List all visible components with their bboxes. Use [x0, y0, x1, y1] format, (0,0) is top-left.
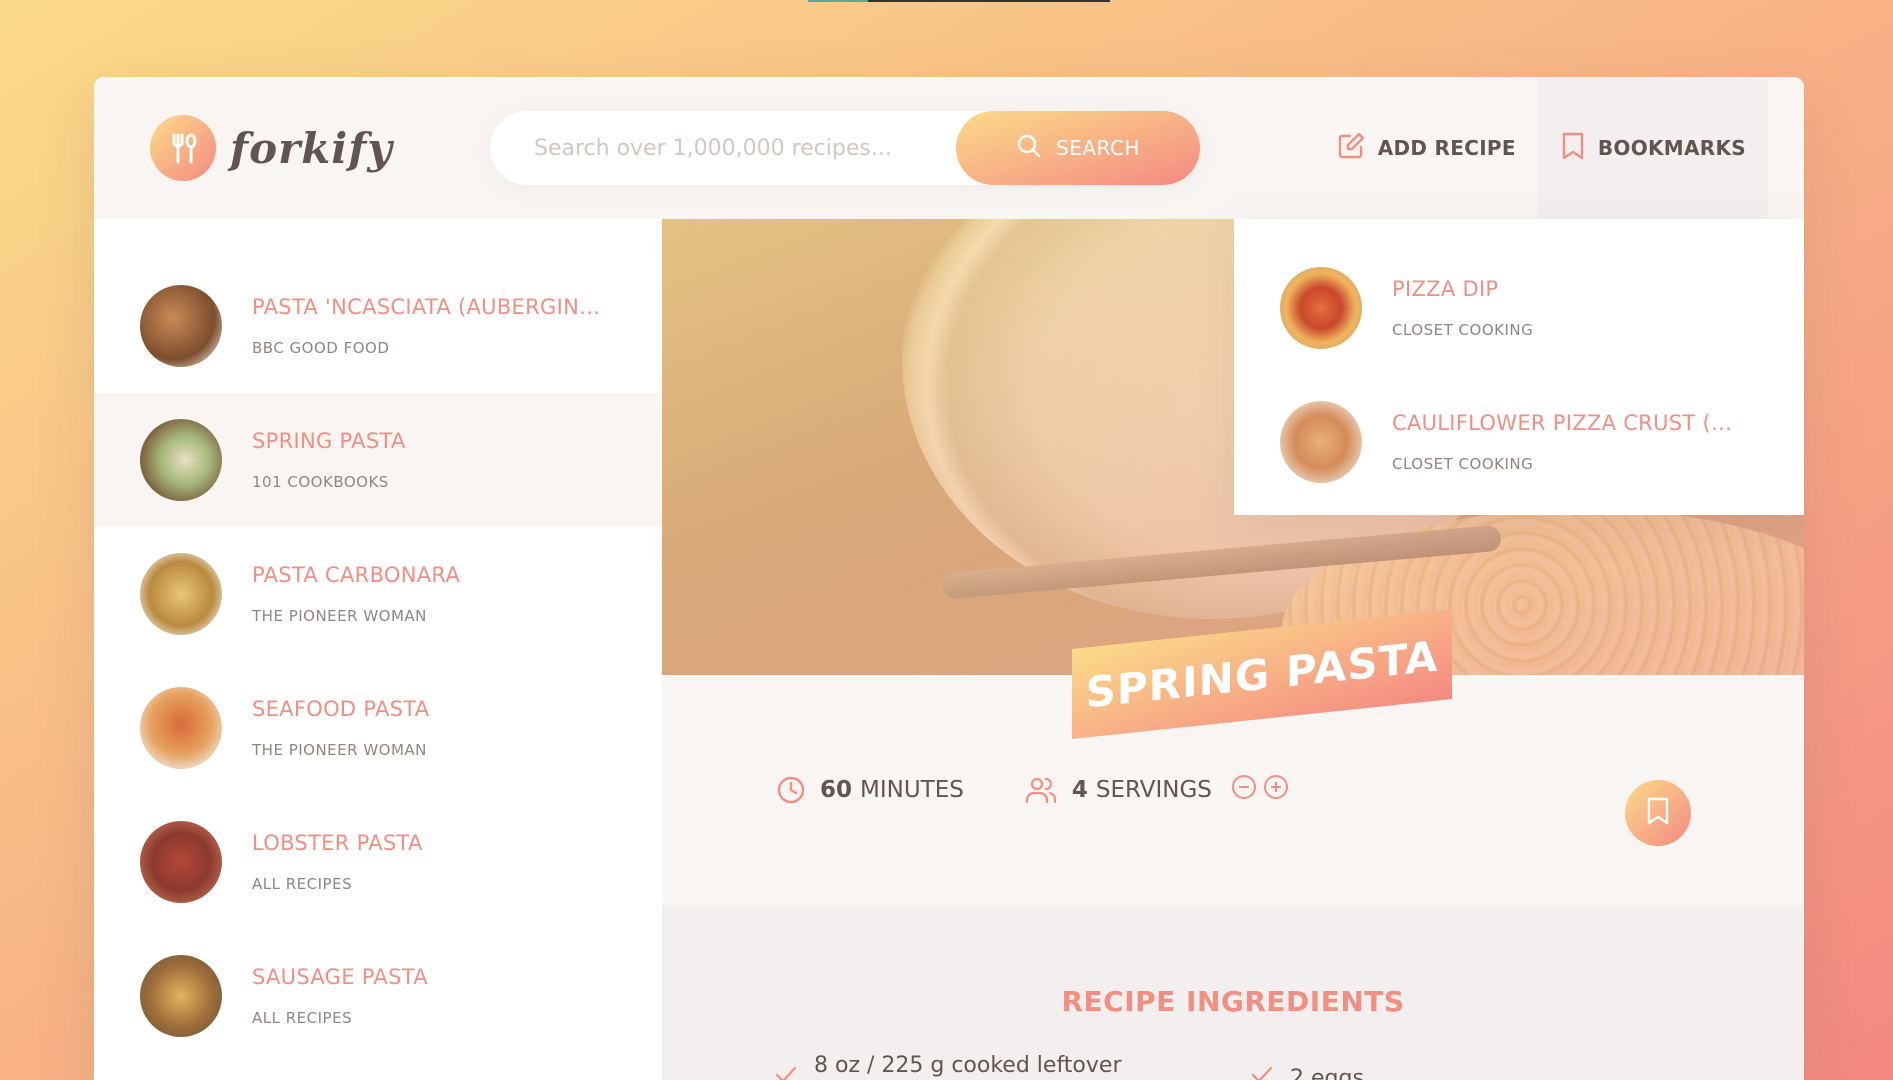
edit-icon	[1336, 131, 1366, 166]
bookmarks-label: BOOKMARKS	[1597, 136, 1746, 160]
logo-text: forkify	[230, 123, 393, 173]
ingredient-list: 8 oz / 225 g cooked leftover pasta 2 egg…	[774, 1053, 1450, 1080]
result-title: PASTA CARBONARA	[252, 563, 461, 587]
search-results: PASTA 'NCASCIATA (AUBERGINE ... BBC GOOD…	[94, 219, 662, 1080]
logo[interactable]: forkify	[150, 115, 393, 181]
plus-circle-icon[interactable]	[1262, 773, 1290, 807]
result-publisher: 101 COOKBOOKS	[252, 473, 389, 491]
bookmark-title: CAULIFLOWER PIZZA CRUST (WI...	[1392, 411, 1752, 435]
bookmark-icon	[1560, 131, 1586, 166]
bookmark-publisher: CLOSET COOKING	[1392, 321, 1534, 339]
recipe-thumbnail	[140, 687, 222, 769]
check-icon	[774, 1063, 798, 1080]
search-input[interactable]	[534, 135, 934, 161]
bookmark-recipe-button[interactable]	[1625, 780, 1691, 846]
ingredient-item: 2 eggs	[1250, 1053, 1450, 1080]
minutes-value: 60	[820, 777, 853, 803]
nav: ADD RECIPE BOOKMARKS	[1314, 77, 1768, 219]
result-publisher: ALL RECIPES	[252, 875, 353, 893]
users-icon	[1024, 775, 1058, 805]
ingredients-heading: RECIPE INGREDIENTS	[1061, 985, 1405, 1018]
bookmarks-dropdown: PIZZA DIP CLOSET COOKING CAULIFLOWER PIZ…	[1234, 219, 1804, 515]
recipe-thumbnail	[140, 955, 222, 1037]
result-item[interactable]: SPRING PASTA 101 COOKBOOKS	[94, 393, 662, 527]
top-progress-strip	[808, 0, 1110, 2]
result-title: SAUSAGE PASTA	[252, 965, 428, 989]
servings-label: SERVINGS	[1095, 777, 1212, 803]
fork-spoon-icon	[150, 115, 216, 181]
cooking-time: 60 MINUTES	[776, 775, 964, 805]
recipe-thumbnail	[1280, 267, 1362, 349]
recipe-thumbnail	[1280, 401, 1362, 483]
result-item[interactable]: PASTA CARBONARA THE PIONEER WOMAN	[94, 527, 662, 661]
search-form: SEARCH	[490, 111, 1200, 185]
minutes-label: MINUTES	[860, 777, 964, 803]
result-title: PASTA 'NCASCIATA (AUBERGINE ...	[252, 295, 612, 319]
result-item[interactable]: LOBSTER PASTA ALL RECIPES	[94, 795, 662, 929]
add-recipe-label: ADD RECIPE	[1377, 136, 1516, 160]
ingredient-item: 8 oz / 225 g cooked leftover pasta	[774, 1053, 1170, 1080]
result-publisher: ALL RECIPES	[252, 1009, 353, 1027]
bookmark-item[interactable]: PIZZA DIP CLOSET COOKING	[1234, 241, 1804, 375]
recipe-details: 60 MINUTES 4 SERVINGS	[662, 675, 1804, 905]
check-icon	[1250, 1063, 1274, 1080]
result-item[interactable]: SEAFOOD PASTA THE PIONEER WOMAN	[94, 661, 662, 795]
minus-circle-icon[interactable]	[1230, 773, 1258, 807]
add-recipe-button[interactable]: ADD RECIPE	[1314, 77, 1538, 219]
ingredient-text: 8 oz / 225 g cooked leftover pasta	[814, 1053, 1122, 1080]
servings: 4 SERVINGS	[1024, 773, 1290, 807]
search-icon	[1016, 133, 1042, 164]
result-publisher: THE PIONEER WOMAN	[252, 607, 427, 625]
result-title: LOBSTER PASTA	[252, 831, 423, 855]
bookmarks-button[interactable]: BOOKMARKS	[1537, 77, 1768, 219]
recipe-thumbnail	[140, 419, 222, 501]
result-publisher: BBC GOOD FOOD	[252, 339, 390, 357]
search-button-label: SEARCH	[1056, 136, 1140, 160]
header: forkify SEARCH	[94, 77, 1804, 219]
recipe-thumbnail	[140, 821, 222, 903]
bookmark-publisher: CLOSET COOKING	[1392, 455, 1534, 473]
servings-value: 4	[1071, 777, 1088, 803]
clock-icon	[776, 775, 806, 805]
result-publisher: THE PIONEER WOMAN	[252, 741, 427, 759]
recipe-thumbnail	[140, 285, 222, 367]
bookmark-icon	[1646, 796, 1670, 830]
bookmark-title: PIZZA DIP	[1392, 277, 1499, 301]
ingredient-text: 2 eggs	[1290, 1065, 1364, 1080]
result-title: SPRING PASTA	[252, 429, 406, 453]
bookmark-item[interactable]: CAULIFLOWER PIZZA CRUST (WI... CLOSET CO…	[1234, 375, 1804, 509]
result-item[interactable]: SAUSAGE PASTA ALL RECIPES	[94, 929, 662, 1063]
recipe-ingredients: RECIPE INGREDIENTS 8 oz / 225 g cooked l…	[662, 905, 1804, 1080]
app-container: forkify SEARCH	[94, 77, 1804, 1080]
search-button[interactable]: SEARCH	[956, 111, 1200, 185]
result-item[interactable]: PASTA 'NCASCIATA (AUBERGINE ... BBC GOOD…	[94, 259, 662, 393]
result-title: SEAFOOD PASTA	[252, 697, 430, 721]
recipe-thumbnail	[140, 553, 222, 635]
